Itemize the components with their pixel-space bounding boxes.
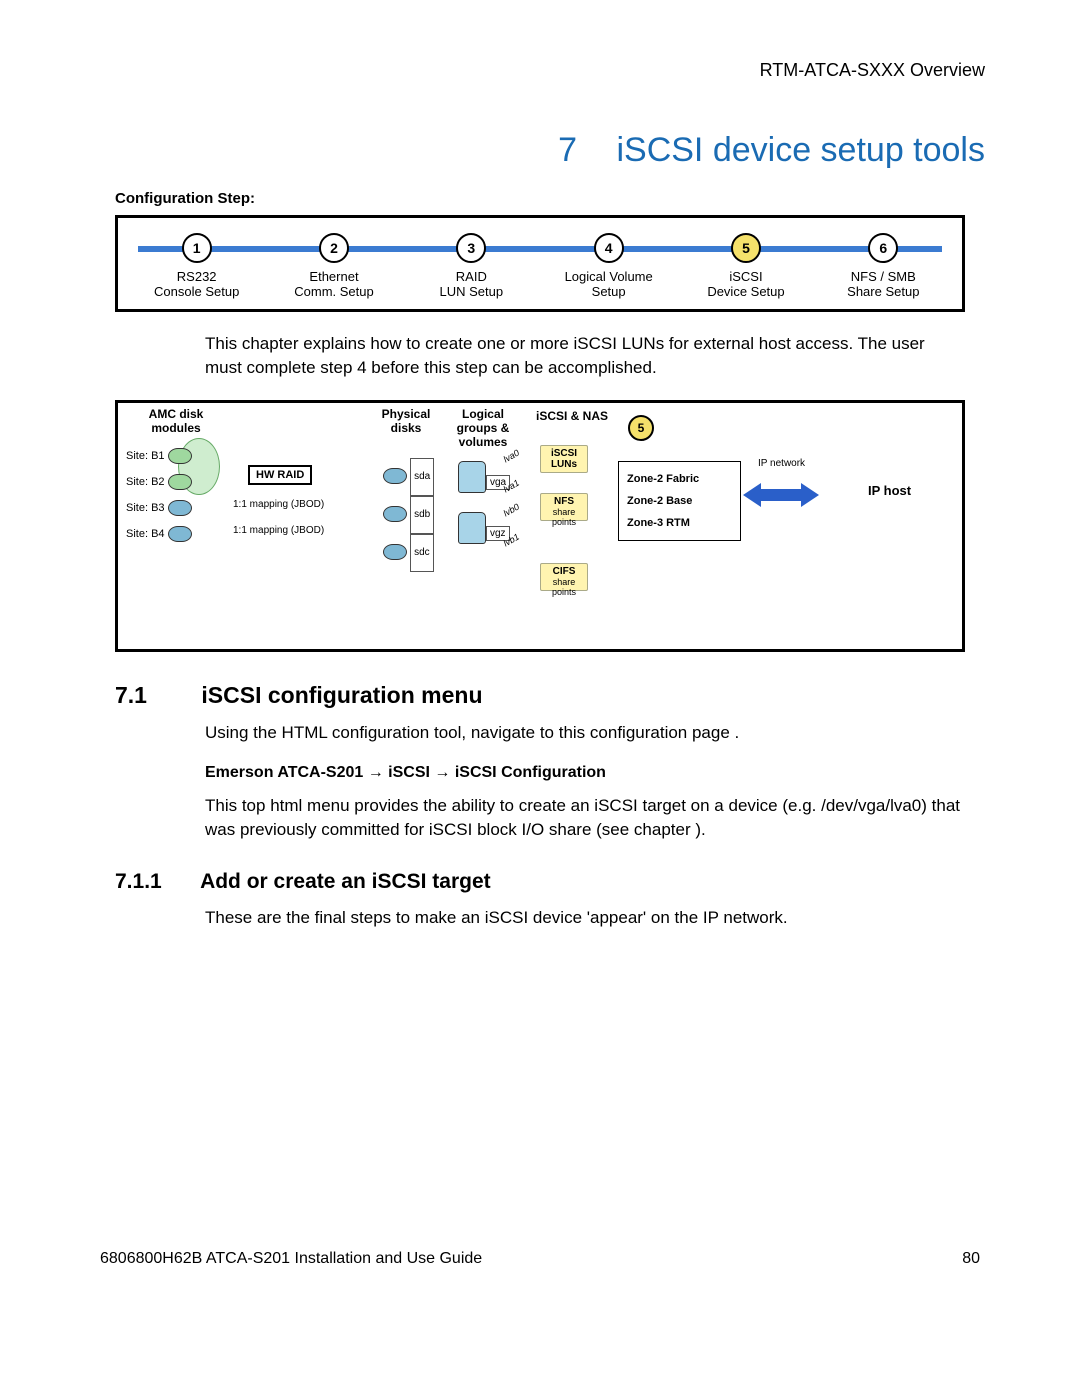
hwraid-box: HW RAID: [248, 465, 312, 485]
step-label-1: NFS / SMB: [815, 269, 952, 284]
disk-icon: [168, 526, 192, 542]
chapter-number: 7: [558, 131, 577, 169]
logical-groups-header: Logical groups & volumes: [453, 407, 513, 449]
step-circle: 1: [182, 233, 212, 263]
config-step-2: 2 EthernetComm. Setup: [265, 233, 402, 299]
amc-header: AMC disk modules: [126, 407, 226, 435]
disk-icon: [168, 474, 192, 490]
subsection-title: Add or create an iSCSI target: [200, 870, 491, 893]
volume-group-icon: [458, 461, 486, 493]
zone-3-rtm: Zone-3 RTM: [627, 512, 732, 534]
physical-disks-header: Physical disks: [376, 407, 436, 435]
site-b2: Site: B2: [126, 476, 165, 488]
zone-2-base: Zone-2 Base: [627, 490, 732, 512]
configuration-step-diagram: 1RS232Console Setup2EthernetComm. Setup3…: [115, 215, 965, 312]
para-7-1-a: Using the HTML configuration tool, navig…: [205, 721, 965, 745]
disk-icon: [383, 468, 407, 484]
config-step-6: 6 NFS / SMBShare Setup: [815, 233, 952, 299]
sdc: sdc: [410, 534, 434, 572]
architecture-diagram: AMC disk modules Site: B1 Site: B2 Site:…: [115, 400, 965, 652]
iscsi-nas-header: iSCSI & NAS: [536, 409, 608, 423]
step-circle: 2: [319, 233, 349, 263]
ip-host-label: IP host: [868, 483, 911, 498]
step-label-1: RS232: [128, 269, 265, 284]
step-circle: 3: [456, 233, 486, 263]
nfs-folder: NFSshare points: [540, 493, 588, 521]
disk-icon: [383, 544, 407, 560]
step-circle: 6: [868, 233, 898, 263]
jbod-2: 1:1 mapping (JBOD): [233, 525, 324, 536]
step-label-2: Console Setup: [128, 284, 265, 299]
footer-page-number: 80: [962, 1250, 980, 1268]
ip-network-label: IP network: [758, 458, 805, 469]
para-7-1-b: This top html menu provides the ability …: [205, 794, 965, 842]
lva0: lva0: [502, 447, 521, 464]
zone-2-fabric: Zone-2 Fabric: [627, 468, 732, 490]
step-label-2: Device Setup: [677, 284, 814, 299]
sda: sda: [410, 458, 434, 496]
sdb: sdb: [410, 496, 434, 534]
step-circle: 5: [731, 233, 761, 263]
disk-icon: [168, 500, 192, 516]
chapter-title: 7 iSCSI device setup tools: [95, 131, 985, 170]
step-label-1: Logical Volume: [540, 269, 677, 284]
iscsi-luns-folder: iSCSI LUNs: [540, 445, 588, 473]
intro-paragraph: This chapter explains how to create one …: [205, 332, 965, 380]
navigation-breadcrumb: Emerson ATCA-S201 → iSCSI → iSCSI Config…: [205, 764, 965, 782]
section-title: iSCSI configuration menu: [201, 682, 482, 708]
section-7-1-1-heading: 7.1.1 Add or create an iSCSI target: [115, 870, 965, 894]
config-step-5: 5 iSCSIDevice Setup: [677, 233, 814, 299]
step-label-2: Setup: [540, 284, 677, 299]
chapter-title-text: iSCSI device setup tools: [616, 131, 985, 169]
step-circle: 4: [594, 233, 624, 263]
subsection-number: 7.1.1: [115, 870, 195, 894]
cifs-folder: CIFSshare points: [540, 563, 588, 591]
para-7-1-1: These are the final steps to make an iSC…: [205, 906, 965, 930]
page-header: RTM-ATCA-SXXX Overview: [95, 60, 985, 81]
step-label-2: Comm. Setup: [265, 284, 402, 299]
footer-left: 6806800H62B ATCA-S201 Installation and U…: [100, 1250, 482, 1268]
page-footer: 6806800H62B ATCA-S201 Installation and U…: [95, 1250, 985, 1268]
config-step-4: 4 Logical VolumeSetup: [540, 233, 677, 299]
disk-icon: [168, 448, 192, 464]
volume-group-icon: [458, 512, 486, 544]
site-b1: Site: B1: [126, 450, 165, 462]
config-step-label: Configuration Step:: [115, 190, 985, 207]
config-step-3: 3 RAIDLUN Setup: [403, 233, 540, 299]
site-b3: Site: B3: [126, 502, 165, 514]
step-label-1: Ethernet: [265, 269, 402, 284]
step-label-2: Share Setup: [815, 284, 952, 299]
step-5-marker: 5: [628, 415, 654, 441]
section-number: 7.1: [115, 682, 195, 709]
config-step-1: 1 RS232Console Setup: [128, 233, 265, 299]
step-label-2: LUN Setup: [403, 284, 540, 299]
section-7-1-heading: 7.1 iSCSI configuration menu: [115, 682, 965, 709]
site-b4: Site: B4: [126, 528, 165, 540]
step-label-1: RAID: [403, 269, 540, 284]
jbod-1: 1:1 mapping (JBOD): [233, 499, 324, 510]
step-label-1: iSCSI: [677, 269, 814, 284]
disk-icon: [383, 506, 407, 522]
